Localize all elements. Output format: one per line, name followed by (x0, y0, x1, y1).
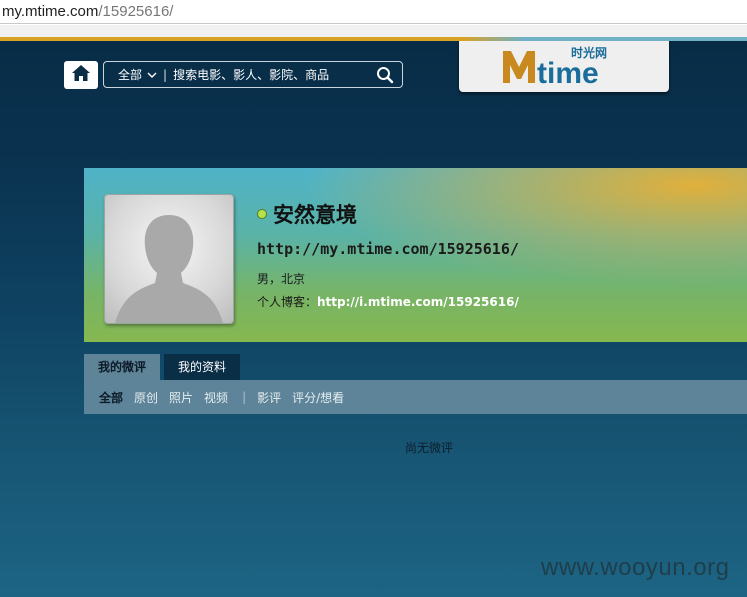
filter-original[interactable]: 原创 (134, 389, 158, 406)
filter-separator: | (242, 390, 247, 404)
url-path: /15925616/ (98, 3, 174, 20)
filter-ratings[interactable]: 评分/想看 (292, 389, 344, 406)
filter-bar: 全部 原创 照片 视频 | 影评 评分/想看 (84, 380, 747, 414)
filter-reviews[interactable]: 影评 (257, 389, 281, 406)
filter-all[interactable]: 全部 (99, 389, 123, 406)
watermark: www.wooyun.org (541, 554, 730, 581)
blog-link[interactable]: http://i.mtime.com/15925616/ (317, 295, 519, 309)
username: 安然意境 (257, 199, 357, 229)
tab-my-microreviews[interactable]: 我的微评 (84, 354, 161, 380)
empty-state-text: 尚无微评 (405, 441, 454, 455)
search-separator: | (163, 67, 168, 82)
search-icon[interactable] (376, 66, 394, 84)
svg-text:时光网: 时光网 (571, 45, 607, 60)
blog-label: 个人博客： (257, 295, 318, 309)
profile-banner: 安然意境 http://my.mtime.com/15925616/ 男，北京 … (84, 168, 747, 342)
home-button[interactable] (64, 61, 98, 89)
avatar-silhouette-icon (115, 215, 223, 323)
home-icon (71, 64, 91, 86)
profile-gender-location: 男，北京 (257, 272, 306, 286)
svg-text:time: time (537, 57, 599, 87)
search-box[interactable]: 全部 | 搜索电影、影人、影院、商品 (103, 61, 403, 88)
username-text: 安然意境 (273, 203, 357, 227)
profile-tabs: 我的微评 我的资料 (84, 354, 241, 380)
online-status-icon (257, 209, 267, 219)
search-scope-label: 全部 (118, 68, 143, 82)
filter-photos[interactable]: 照片 (169, 389, 193, 406)
avatar[interactable] (104, 194, 234, 324)
url-domain: my.mtime.com (2, 3, 99, 20)
profile-blog: 个人博客：http://i.mtime.com/15925616/ (257, 293, 519, 310)
search-input[interactable]: 搜索电影、影人、影院、商品 (173, 66, 376, 83)
page-body: 全部 | 搜索电影、影人、影院、商品 time 时光网 安然意境 http://… (0, 41, 747, 597)
mtime-logo[interactable]: time 时光网 (459, 41, 669, 92)
tab-my-profile[interactable]: 我的资料 (164, 354, 241, 380)
profile-url[interactable]: http://my.mtime.com/15925616/ (257, 240, 519, 258)
search-scope-dropdown[interactable]: 全部 (118, 66, 157, 83)
filter-videos[interactable]: 视频 (204, 389, 228, 406)
chevron-down-icon (147, 68, 157, 82)
address-bar[interactable]: my.mtime.com/15925616/ (0, 0, 747, 24)
